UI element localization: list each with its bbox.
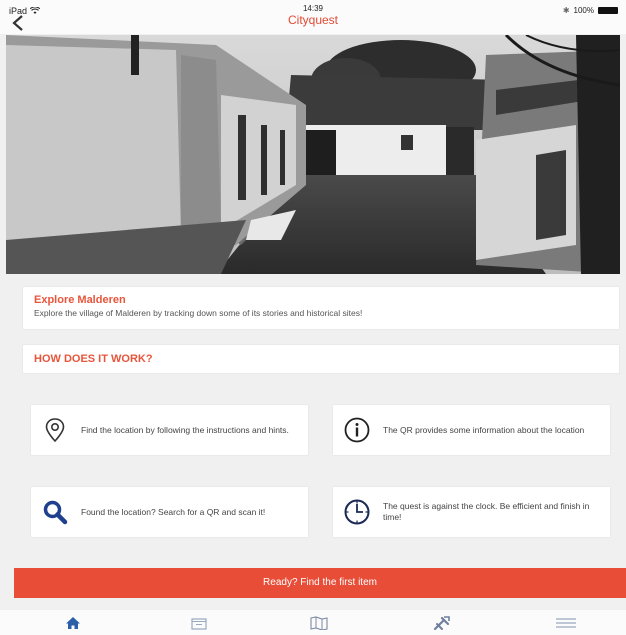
step-text: Find the location by following the instr… [81,424,289,435]
intro-description: Explore the village of Malderen by track… [34,308,363,318]
hero-image [6,35,620,274]
step-card-location: Find the location by following the instr… [31,405,308,455]
find-first-item-button[interactable]: Ready? Find the first item [14,568,626,598]
back-button[interactable] [10,14,30,32]
step-text: Found the location? Search for a QR and … [81,506,266,517]
info-icon [344,417,370,443]
search-icon [43,500,68,525]
menu-icon [556,618,576,628]
app-title: Cityquest [287,13,339,27]
step-text: The quest is against the clock. Be effic… [383,501,590,522]
step-card-search: Found the location? Search for a QR and … [31,487,308,537]
tab-inbox[interactable] [184,614,214,632]
inbox-icon [191,617,207,630]
tab-map[interactable] [304,614,334,632]
how-it-works-card: HOW DOES IT WORK? [23,345,619,373]
tab-menu[interactable] [551,614,581,632]
tab-home[interactable] [58,614,88,632]
home-icon [66,617,80,629]
step-card-clock: The quest is against the clock. Be effic… [333,487,610,537]
intro-card: Explore Malderen Explore the village of … [23,287,619,329]
tab-tools[interactable] [427,614,457,632]
step-text: The QR provides some information about t… [383,424,585,435]
tools-icon [433,616,450,631]
map-icon [310,616,328,630]
clock-icon [344,499,370,525]
tab-bar [0,610,626,635]
step-card-info: The QR provides some information about t… [333,405,610,455]
location-pin-icon [45,418,65,443]
status-time: 14:39 [302,4,324,13]
how-it-works-title: HOW DOES IT WORK? [34,353,153,365]
status-bar: iPad 14:39 ✱ 100% Cityquest [0,0,626,34]
intro-title: Explore Malderen [34,294,126,306]
